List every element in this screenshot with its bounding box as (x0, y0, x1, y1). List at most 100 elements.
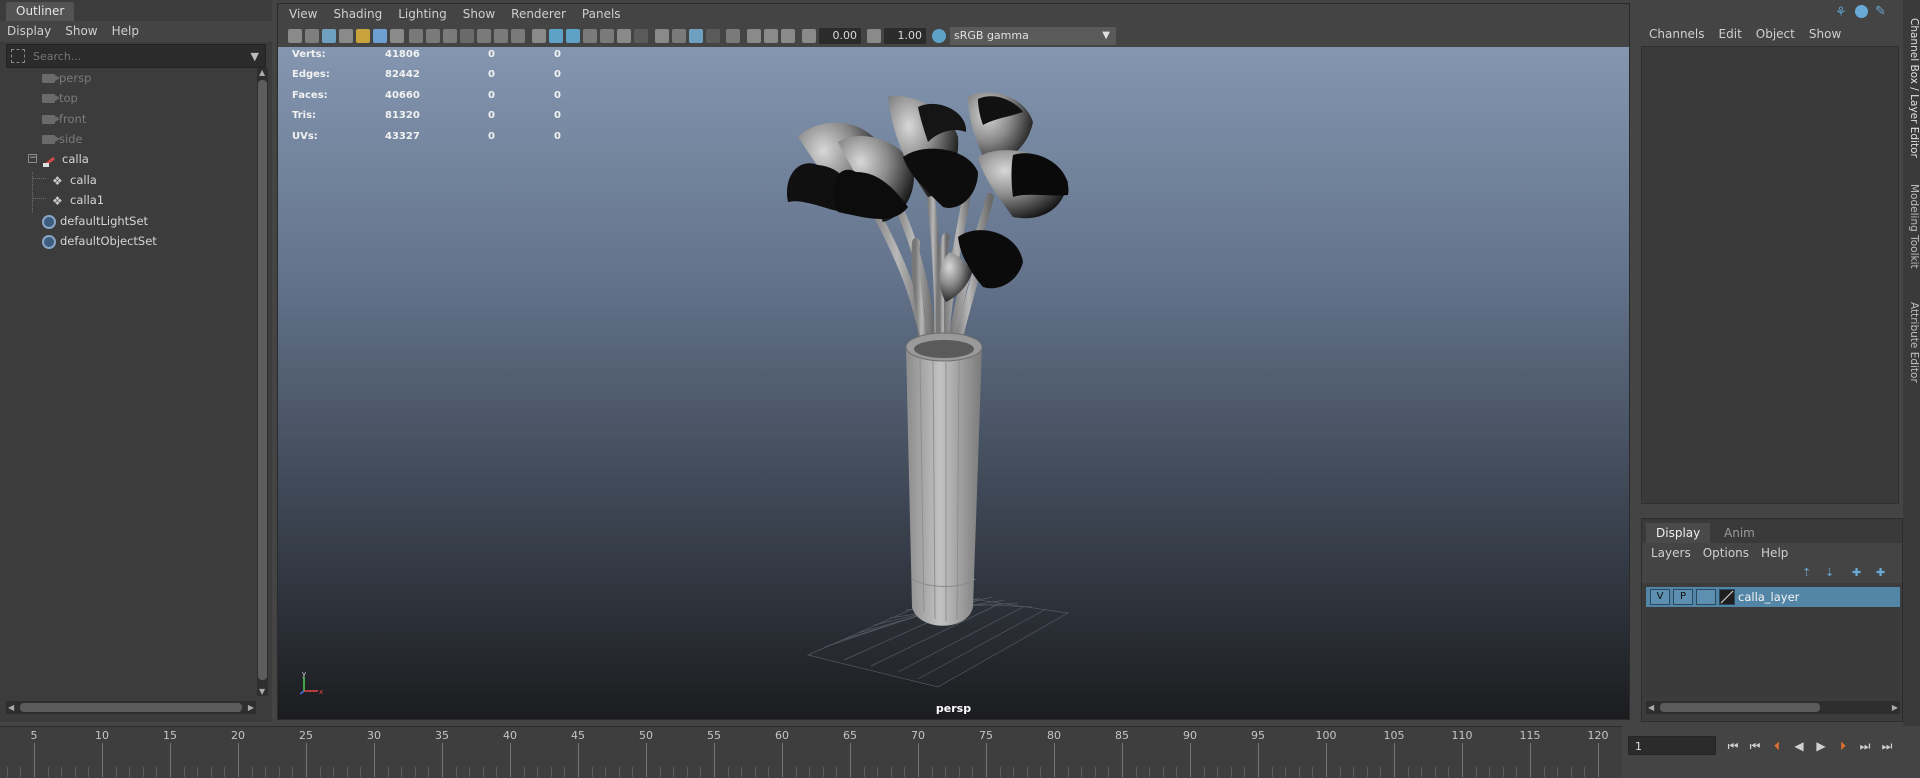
play-forwards-icon[interactable]: ▶ (1812, 737, 1830, 755)
step-forward-key-icon[interactable]: ⏭ (1856, 737, 1874, 755)
channel-menu-object[interactable]: Object (1749, 24, 1802, 45)
new-layer-from-selection-icon[interactable]: ✚ (1876, 566, 1885, 579)
outliner-item-top[interactable]: top (42, 88, 78, 108)
textured-icon[interactable] (583, 29, 597, 43)
search-options-arrow-icon[interactable]: ▼ (251, 50, 259, 63)
scroll-down-icon[interactable]: ▼ (259, 687, 265, 696)
outliner-menu-show[interactable]: Show (58, 21, 104, 42)
channel-list-area[interactable] (1641, 46, 1899, 504)
outliner-tab[interactable]: Outliner (6, 2, 75, 21)
layer-menu-help[interactable]: Help (1755, 543, 1794, 564)
collapse-toggle[interactable]: − (28, 154, 37, 163)
outliner-item-front[interactable]: front (42, 109, 86, 129)
exposure-icon[interactable] (802, 29, 816, 43)
viewport-3d-view[interactable]: Verts: 41806 0 0 Edges: 82442 0 0 Faces:… (278, 47, 1629, 719)
select-camera-icon[interactable] (288, 29, 302, 43)
camera-attributes-icon[interactable] (305, 29, 319, 43)
go-to-start-icon[interactable]: ⏮ (1724, 737, 1742, 755)
channel-menu-edit[interactable]: Edit (1712, 24, 1749, 45)
tab-attribute-editor[interactable]: Attribute Editor (1903, 302, 1920, 383)
layer-color-swatch[interactable] (1719, 589, 1735, 605)
grease-pencil-icon[interactable] (356, 29, 370, 43)
screen-space-ao-icon[interactable] (655, 29, 669, 43)
isolate-select-icon[interactable] (726, 29, 740, 43)
channel-menu-show[interactable]: Show (1802, 24, 1848, 45)
xray-joints-icon[interactable] (781, 29, 795, 43)
gamma-icon[interactable] (867, 29, 881, 43)
checker-icon[interactable] (600, 29, 614, 43)
scroll-left-icon[interactable]: ◀ (8, 703, 14, 712)
color-space-select[interactable]: sRGB gamma ▼ (950, 27, 1116, 45)
outliner-item-defaultlightset[interactable]: defaultLightSet (42, 211, 148, 231)
viewport-menu-renderer[interactable]: Renderer (503, 4, 574, 25)
scroll-right-icon[interactable]: ▶ (1892, 703, 1898, 712)
modeling-toolkit-icon[interactable]: ⚘ (1835, 5, 1847, 20)
outliner-menu-help[interactable]: Help (105, 21, 146, 42)
attribute-editor-icon[interactable] (1855, 5, 1868, 18)
layer-playback-toggle[interactable]: P (1673, 589, 1693, 605)
layer-display-type-toggle[interactable] (1696, 589, 1716, 605)
motion-blur-icon[interactable] (672, 29, 686, 43)
two-d-pan-zoom-icon[interactable] (373, 29, 387, 43)
scrollbar-thumb[interactable] (20, 703, 242, 712)
current-frame-field[interactable]: 1 (1628, 736, 1716, 755)
viewport-menu-panels[interactable]: Panels (574, 4, 629, 25)
pencil-icon[interactable] (390, 29, 404, 43)
outliner-vertical-scrollbar[interactable]: ▲ ▼ (257, 68, 268, 696)
anti-aliasing-icon[interactable] (689, 29, 703, 43)
scroll-up-icon[interactable]: ▲ (259, 68, 265, 77)
step-back-frame-icon[interactable]: ⏴ (1768, 737, 1786, 755)
tab-anim[interactable]: Anim (1714, 523, 1765, 543)
outliner-item-calla-mesh[interactable]: ❖ calla (52, 170, 97, 190)
layer-horizontal-scrollbar[interactable]: ◀ ▶ (1646, 701, 1900, 714)
use-all-lights-icon[interactable] (617, 29, 631, 43)
filter-icon[interactable] (11, 49, 25, 63)
scrollbar-thumb[interactable] (1660, 703, 1820, 712)
gamma-field[interactable]: 1.00 (884, 28, 926, 44)
outliner-item-calla1-mesh[interactable]: ❖ calla1 (52, 190, 104, 210)
viewport-menu-show[interactable]: Show (455, 4, 503, 25)
outliner-search-input[interactable] (33, 48, 233, 64)
go-to-end-icon[interactable]: ⏭ (1878, 737, 1896, 755)
layer-row[interactable]: V P calla_layer (1646, 587, 1900, 607)
step-forward-frame-icon[interactable]: ⏵ (1834, 737, 1852, 755)
outliner-item-calla-group[interactable]: calla (42, 149, 89, 169)
depth-of-field-icon[interactable] (706, 29, 720, 43)
time-slider[interactable]: 5 10 15 20 25 30 35 40 45 50 55 60 65 70 75 80 85 90 95 100… (0, 726, 1622, 778)
exposure-field[interactable]: 0.00 (819, 28, 861, 44)
outliner-menu-display[interactable]: Display (0, 21, 58, 42)
layer-visibility-toggle[interactable]: V (1650, 589, 1670, 605)
scroll-right-icon[interactable]: ▶ (248, 703, 254, 712)
tool-settings-icon[interactable]: ✎ (1875, 4, 1886, 19)
tab-modeling-toolkit[interactable]: Modeling Toolkit (1903, 184, 1920, 269)
film-gate-icon[interactable] (426, 29, 440, 43)
outliner-item-defaultobjectset[interactable]: defaultObjectSet (42, 231, 157, 251)
wireframe-icon[interactable] (532, 29, 546, 43)
safe-action-icon[interactable] (494, 29, 508, 43)
channel-menu-channels[interactable]: Channels (1642, 24, 1712, 45)
move-layer-up-icon[interactable]: ⇡ (1802, 566, 1811, 579)
scroll-left-icon[interactable]: ◀ (1648, 703, 1654, 712)
viewport-menu-lighting[interactable]: Lighting (390, 4, 455, 25)
tab-channel-box-layer-editor[interactable]: Channel Box / Layer Editor (1903, 18, 1920, 158)
grid-icon[interactable] (409, 29, 423, 43)
bookmark-icon[interactable] (322, 29, 336, 43)
gate-mask-icon[interactable] (460, 29, 474, 43)
layer-menu-options[interactable]: Options (1697, 543, 1755, 564)
safe-title-icon[interactable] (511, 29, 525, 43)
xray-icon[interactable] (747, 29, 761, 43)
image-plane-icon[interactable] (339, 29, 353, 43)
layer-menu-layers[interactable]: Layers (1645, 543, 1697, 564)
outliner-item-persp[interactable]: persp (42, 68, 91, 88)
outliner-item-side[interactable]: side (42, 129, 83, 149)
shadows-icon[interactable] (634, 29, 648, 43)
wireframe-on-shaded-icon[interactable] (566, 29, 580, 43)
scrollbar-thumb[interactable] (258, 80, 267, 680)
field-chart-icon[interactable] (477, 29, 491, 43)
xray-active-icon[interactable] (764, 29, 778, 43)
outliner-horizontal-scrollbar[interactable]: ◀ ▶ (6, 701, 256, 714)
move-layer-down-icon[interactable]: ⇣ (1825, 566, 1834, 579)
tab-display[interactable]: Display (1646, 523, 1711, 543)
smooth-shade-icon[interactable] (549, 29, 563, 43)
play-backwards-icon[interactable]: ◀ (1790, 737, 1808, 755)
